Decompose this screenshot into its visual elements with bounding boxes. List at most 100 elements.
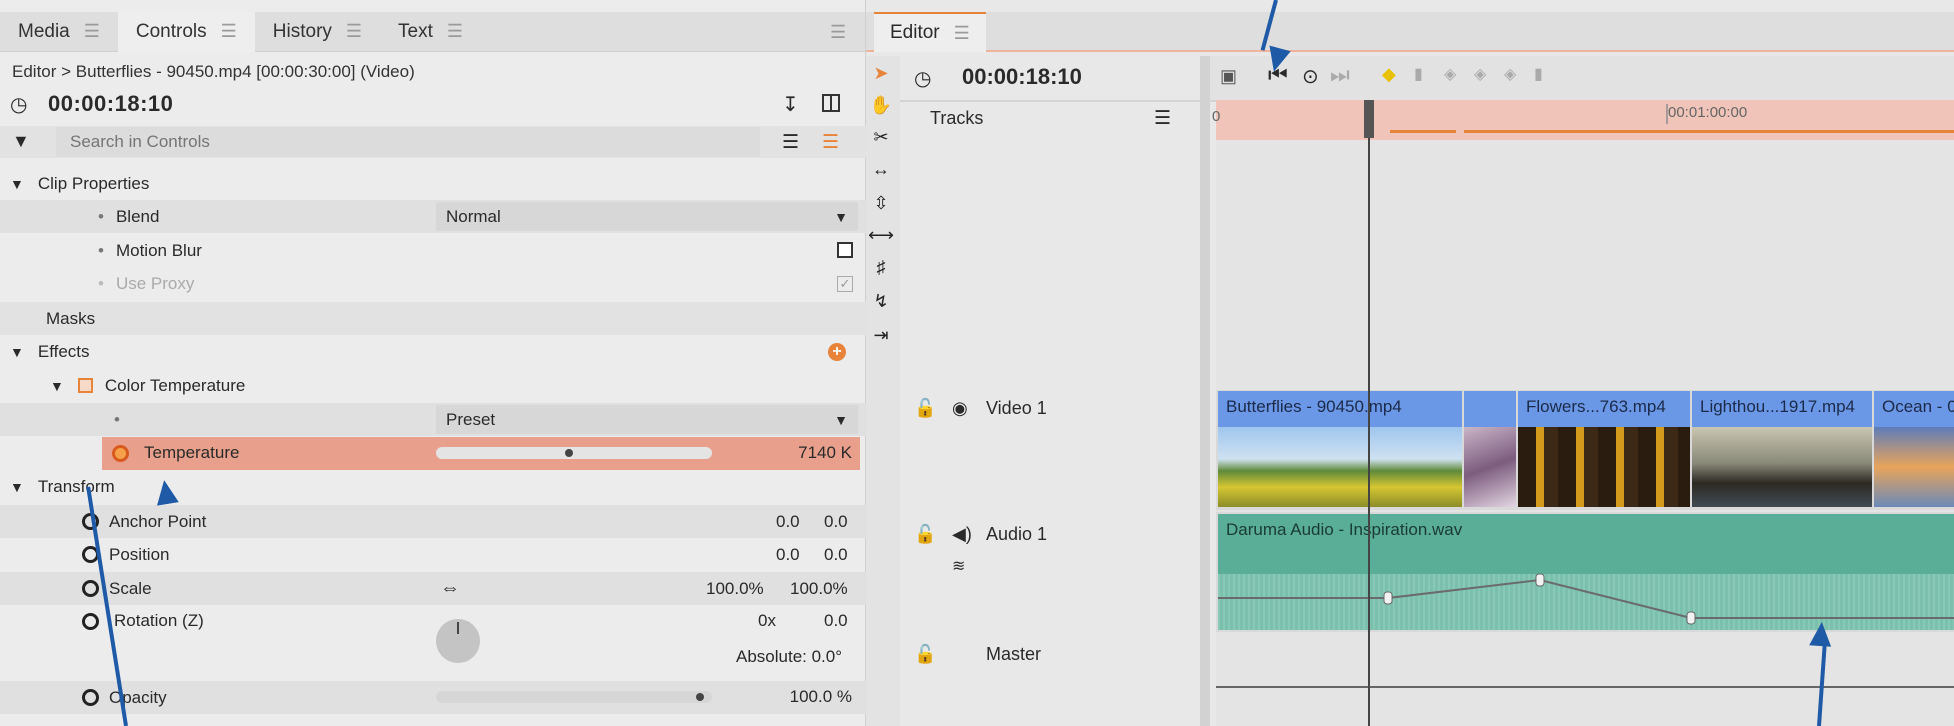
envelope-point[interactable] <box>1383 591 1393 605</box>
rotation-row: Rotation (Z) 0x 0.0 Absolute: 0.0° <box>0 605 866 679</box>
anchor-x[interactable]: 0.0 <box>776 512 800 532</box>
section-effects[interactable]: ▼ Effects <box>0 335 866 368</box>
master-volume-line <box>1216 686 1954 688</box>
eye-icon[interactable]: ◉ <box>952 398 968 419</box>
keyframe-marker-icon[interactable]: ◈ <box>1504 64 1516 84</box>
keyframe-toggle-icon[interactable] <box>82 689 99 706</box>
playhead[interactable] <box>1368 100 1370 726</box>
keyframe-marker-icon[interactable]: ◈ <box>1444 64 1456 84</box>
video-clip[interactable]: Ocean - 0 <box>1874 391 1954 427</box>
automation-icon[interactable]: ≋ <box>952 556 965 576</box>
blend-select[interactable]: Normal ▼ <box>436 202 858 231</box>
tab-history[interactable]: History ☰ <box>255 12 380 52</box>
monitor-icon[interactable]: ▣ <box>1220 66 1237 87</box>
rotation-turns[interactable]: 0x <box>758 611 776 631</box>
scale-y[interactable]: 100.0% <box>790 579 848 599</box>
next-keyframe-icon[interactable]: ⏭ <box>1330 62 1350 88</box>
effect-enable-checkbox[interactable] <box>77 378 93 393</box>
preset-value: Preset <box>446 409 496 429</box>
clip-label: Flowers...763.mp4 <box>1526 397 1666 416</box>
keyframe-marker-icon[interactable]: ◈ <box>1474 64 1486 84</box>
track-height-icon[interactable]: ⇳ <box>868 190 894 216</box>
keyframe-toggle-icon[interactable] <box>82 580 99 597</box>
lock-icon[interactable]: 🔓 <box>914 524 936 545</box>
section-masks[interactable]: Masks <box>0 302 866 335</box>
envelope-point[interactable] <box>1535 573 1545 587</box>
tab-label: History <box>272 20 332 42</box>
anchor-point-row: Anchor Point 0.0 0.0 <box>0 505 866 538</box>
detail-view-icon[interactable]: ☰ <box>822 131 839 154</box>
lock-icon[interactable]: 🔓 <box>914 644 936 665</box>
timeline-ruler[interactable] <box>1216 100 1954 140</box>
search-input[interactable] <box>56 127 760 157</box>
tracks-menu-icon[interactable]: ☰ <box>1154 107 1171 130</box>
add-keyframe-icon[interactable]: ⊙ <box>1302 64 1319 89</box>
video-clip[interactable]: Butterflies - 90450.mp4 <box>1218 391 1462 427</box>
keyframe-marker-icon[interactable]: ▮ <box>1534 64 1543 84</box>
menu-icon[interactable]: ☰ <box>447 21 463 42</box>
editor-tabbar <box>866 12 1954 52</box>
split-view-icon[interactable] <box>822 94 840 112</box>
chevron-down-icon: ▼ <box>834 411 848 428</box>
controls-timecode: 00:00:18:10 <box>48 91 174 116</box>
slider-handle[interactable] <box>696 693 704 701</box>
position-y[interactable]: 0.0 <box>824 545 848 565</box>
section-transform[interactable]: ▼ Transform <box>0 470 866 503</box>
volume-envelope[interactable] <box>1216 512 1954 632</box>
keyframe-toggle-icon[interactable] <box>82 613 99 630</box>
slider-handle[interactable] <box>564 449 573 457</box>
video-clip[interactable]: Flowers...763.mp4 <box>1518 391 1690 427</box>
envelope-point[interactable] <box>1686 611 1696 625</box>
temperature-value[interactable]: 7140 K <box>760 443 852 463</box>
snap-tool-icon[interactable]: ♯ <box>868 254 894 280</box>
opacity-value[interactable]: 100.0 % <box>760 687 852 707</box>
use-proxy-checkbox[interactable]: ✓ <box>837 276 853 292</box>
select-tool-icon[interactable]: ➤ <box>868 60 894 86</box>
menu-icon[interactable]: ☰ <box>221 21 237 42</box>
speaker-icon[interactable]: ◀) <box>952 524 972 545</box>
editor-panel: Editor ☰ ➤ ✋ ✂ ↔ ⇳ ⟷ ♯ ↯ ⇥ ◷ 00:00:18:10… <box>866 0 1954 726</box>
filter-icon[interactable]: ▼ <box>12 131 30 152</box>
pin-icon[interactable]: ↧ <box>782 92 799 117</box>
video-clip[interactable] <box>1464 391 1516 427</box>
add-effect-icon[interactable]: + <box>828 343 846 361</box>
menu-icon[interactable]: ☰ <box>84 21 100 42</box>
keyframe-toggle-icon[interactable] <box>112 445 129 462</box>
opacity-slider[interactable] <box>436 691 712 703</box>
preset-select[interactable]: Preset ▼ <box>436 405 858 434</box>
insert-tool-icon[interactable]: ⇥ <box>868 322 894 348</box>
tab-media[interactable]: Media ☰ <box>0 12 118 52</box>
list-view-icon[interactable]: ☰ <box>782 131 799 154</box>
tab-editor[interactable]: Editor ☰ <box>874 12 986 52</box>
menu-icon[interactable]: ☰ <box>346 21 362 42</box>
curve-tool-icon[interactable]: ↯ <box>868 288 894 314</box>
tab-controls[interactable]: Controls ☰ <box>117 11 255 52</box>
hand-tool-icon[interactable]: ✋ <box>868 92 894 118</box>
blend-label: Blend <box>115 206 160 226</box>
panel-tabbar: Media ☰ Controls ☰ History ☰ Text ☰ ☰ <box>0 11 865 52</box>
link-icon[interactable]: ⇔ <box>440 577 460 600</box>
keyframe-marker-icon[interactable]: ◆ <box>1382 64 1396 85</box>
panel-menu-icon[interactable]: ☰ <box>830 22 846 43</box>
opacity-row: Opacity <box>0 681 866 714</box>
temperature-slider[interactable] <box>436 447 712 459</box>
rotation-value[interactable]: 0.0 <box>824 611 848 631</box>
razor-tool-icon[interactable]: ✂ <box>868 124 894 150</box>
video-clip[interactable]: Lighthou...1917.mp4 <box>1692 391 1872 427</box>
playhead-handle[interactable] <box>1364 100 1374 138</box>
slip-tool-icon[interactable]: ↔ <box>868 156 894 182</box>
motion-blur-checkbox[interactable] <box>837 242 853 258</box>
lock-icon[interactable]: 🔓 <box>914 398 936 419</box>
ripple-tool-icon[interactable]: ⟷ <box>868 222 894 248</box>
effect-color-temperature[interactable]: ▼ Color Temperature <box>0 369 866 402</box>
editor-timecode: 00:00:18:10 <box>962 64 1082 89</box>
anchor-y[interactable]: 0.0 <box>824 512 848 532</box>
rotation-dial[interactable] <box>436 619 480 663</box>
tab-text[interactable]: Text ☰ <box>380 12 481 52</box>
section-clip-properties[interactable]: ▼ Clip Properties <box>0 167 866 200</box>
keyframe-marker-icon[interactable]: ▮ <box>1414 64 1423 84</box>
scale-x[interactable]: 100.0% <box>706 579 764 599</box>
menu-icon[interactable]: ☰ <box>954 23 970 44</box>
position-x[interactable]: 0.0 <box>776 545 800 565</box>
in-out-range <box>1390 130 1456 133</box>
